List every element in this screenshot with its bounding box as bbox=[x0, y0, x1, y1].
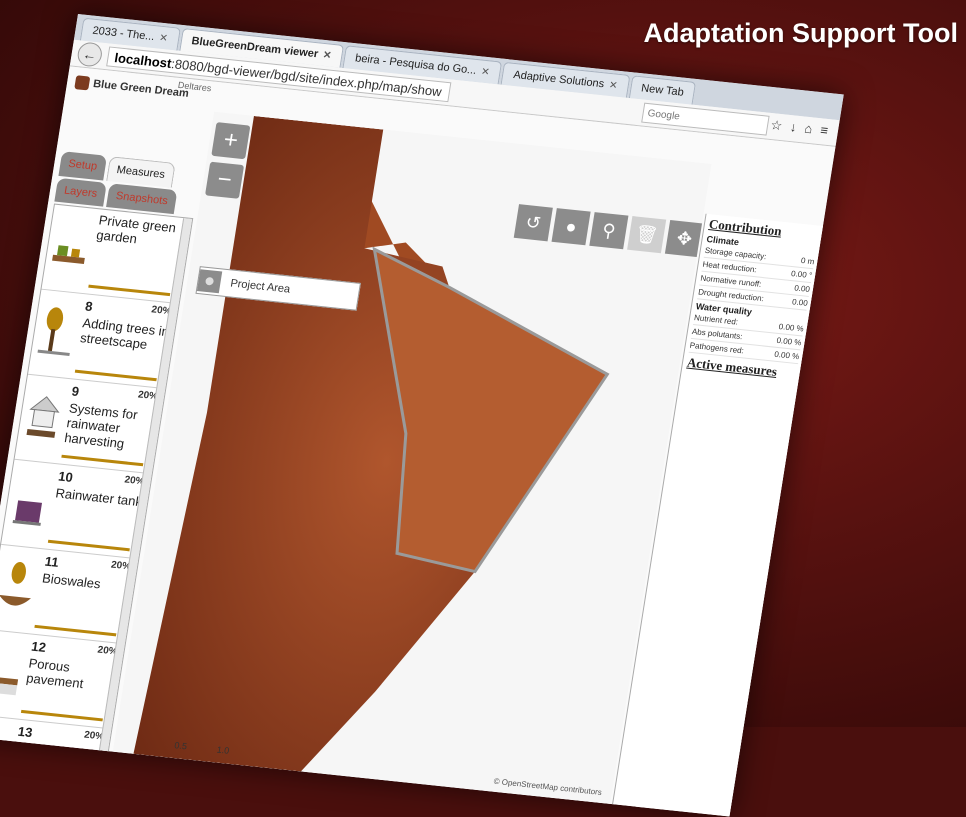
measure-item[interactable]: Private green garden bbox=[41, 204, 193, 305]
undo-icon[interactable]: ↺ bbox=[513, 204, 553, 242]
trash-icon[interactable]: 🗑 bbox=[627, 216, 667, 254]
zoom-out-button[interactable]: − bbox=[204, 161, 245, 199]
home-icon[interactable]: ⌂ bbox=[803, 121, 813, 138]
pavement-icon bbox=[0, 676, 19, 696]
menu-icon[interactable]: ≡ bbox=[819, 122, 829, 139]
progress-bar bbox=[88, 284, 171, 297]
progress-bar bbox=[61, 454, 144, 467]
zoom-in-button[interactable]: + bbox=[211, 122, 251, 160]
download-icon[interactable]: ↓ bbox=[789, 119, 798, 136]
back-arrow-icon[interactable]: ← bbox=[75, 41, 104, 68]
progress-bar bbox=[20, 709, 103, 722]
progress-bar bbox=[47, 539, 130, 552]
tab-layers[interactable]: Layers bbox=[54, 177, 107, 207]
tab-setup[interactable]: Setup bbox=[58, 151, 107, 181]
progress-bar bbox=[74, 369, 157, 382]
app-logo: Blue Green Dream bbox=[74, 75, 190, 101]
tree-icon bbox=[37, 307, 70, 356]
map-view[interactable]: + − Project Area ↺ ● ⚲ 🗑 ✥ ➤ 0.5 1.0 © O… bbox=[112, 111, 712, 804]
garden-icon bbox=[52, 245, 85, 264]
star-icon[interactable]: ☆ bbox=[769, 117, 783, 134]
tank-icon bbox=[12, 500, 43, 526]
measure-item[interactable]: 10 20% Rainwater tank bbox=[0, 459, 152, 560]
close-icon[interactable]: ✕ bbox=[158, 32, 168, 44]
close-icon[interactable]: ✕ bbox=[608, 79, 618, 91]
close-icon[interactable]: ✕ bbox=[322, 49, 332, 61]
browser-toolbar: ☆ ↓ ⌂ ≡ bbox=[769, 117, 829, 139]
logo-icon bbox=[74, 75, 91, 91]
progress-bar bbox=[34, 624, 117, 637]
move-icon[interactable]: ✥ bbox=[664, 220, 705, 258]
layer-toggle-icon[interactable] bbox=[196, 269, 223, 294]
measure-item[interactable]: 9 20% Systems for rainwater harvesting bbox=[14, 374, 166, 475]
marker-icon[interactable]: ● bbox=[551, 208, 591, 246]
house-icon bbox=[26, 396, 60, 438]
search-icon[interactable]: ⚲ bbox=[589, 212, 629, 250]
app-area: Blue Green Dream Deltares Setup Measures… bbox=[0, 66, 836, 817]
measure-item[interactable]: 8 20% Adding trees in streetscape bbox=[27, 289, 179, 390]
close-icon[interactable]: ✕ bbox=[480, 66, 490, 78]
slide-title: Adaptation Support Tool bbox=[643, 18, 958, 48]
bioswale-icon bbox=[0, 561, 31, 606]
browser-window: 2033 - The... ✕ BlueGreenDream viewer ✕ be… bbox=[0, 14, 844, 817]
